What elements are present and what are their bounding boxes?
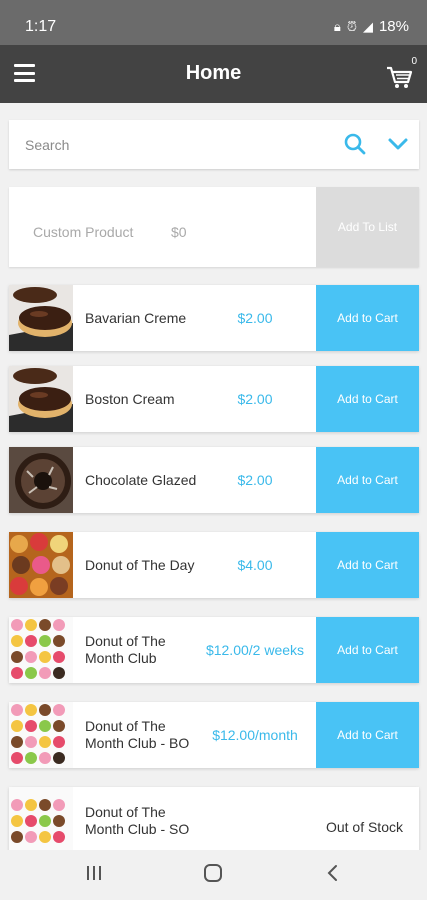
product-name: Donut of The Month Club - BO — [85, 718, 190, 751]
add-to-cart-button[interactable]: Add to Cart — [316, 366, 419, 432]
home-icon[interactable] — [203, 864, 223, 882]
lock-icon: 🔒︎ — [333, 18, 341, 34]
signal-icon: ◢ — [362, 18, 373, 34]
battery-percent: 18% — [378, 18, 409, 35]
alarm-icon: ⏰︎ — [346, 18, 357, 34]
product-image — [9, 532, 73, 598]
product-row: Donut of The Day $4.00 Add to Cart — [9, 532, 419, 598]
product-price: $4.00 — [237, 557, 273, 573]
product-price: $2.00 — [237, 472, 273, 488]
product-name: Donut of The Month Club — [85, 633, 166, 666]
product-image — [9, 787, 73, 853]
add-to-cart-button[interactable]: Add to Cart — [316, 532, 419, 598]
search-icon[interactable] — [343, 132, 367, 156]
product-name: Boston Cream — [85, 390, 175, 407]
product-price: $2.00 — [237, 310, 273, 326]
system-nav-bar — [0, 850, 427, 900]
product-price: $12.00/2 weeks — [205, 642, 305, 658]
add-to-list-button[interactable]: Add To List — [316, 187, 419, 267]
product-image — [9, 617, 73, 683]
product-image — [9, 447, 73, 513]
custom-product-price: $0 — [171, 224, 187, 240]
product-name: Chocolate Glazed — [85, 471, 197, 488]
search-bar — [9, 120, 419, 169]
custom-product-row: Custom Product $0 Add To List — [9, 187, 419, 267]
status-bar: 1:17 🔒︎ ⏰︎ ◢ 18% — [0, 0, 427, 45]
product-image — [9, 285, 73, 351]
recent-apps-icon[interactable] — [85, 864, 103, 882]
product-image — [9, 702, 73, 768]
cart-count: 0 — [411, 56, 417, 67]
product-image — [9, 366, 73, 432]
product-name: Bavarian Creme — [85, 309, 187, 326]
product-price: $12.00/month — [212, 727, 298, 743]
status-icons: 🔒︎ ⏰︎ ◢ 18% — [334, 18, 409, 35]
product-price: $2.00 — [237, 391, 273, 407]
product-row: Boston Cream $2.00 Add to Cart — [9, 366, 419, 432]
product-row: Chocolate Glazed $2.00 Add to Cart — [9, 447, 419, 513]
product-row: Bavarian Creme $2.00 Add to Cart — [9, 285, 419, 351]
add-to-cart-button[interactable]: Add to Cart — [316, 447, 419, 513]
cart-icon[interactable] — [385, 58, 413, 90]
app-bar: Home 0 — [0, 45, 427, 103]
page-title: Home — [185, 62, 242, 84]
search-input[interactable] — [9, 120, 329, 169]
product-row: Donut of The Month Club - SO Out of Stoc… — [9, 787, 419, 853]
custom-product-name: Custom Product — [33, 224, 134, 240]
status-time: 1:17 — [25, 18, 57, 35]
back-icon[interactable] — [325, 864, 339, 882]
chevron-down-icon[interactable] — [387, 135, 409, 153]
product-name: Donut of The Day — [85, 556, 195, 573]
product-name: Donut of The Month Club - SO — [85, 804, 190, 837]
add-to-cart-button[interactable]: Add to Cart — [316, 617, 419, 683]
product-row: Donut of The Month Club $12.00/2 weeks A… — [9, 617, 419, 683]
product-row: Donut of The Month Club - BO $12.00/mont… — [9, 702, 419, 768]
add-to-cart-button[interactable]: Add to Cart — [316, 285, 419, 351]
add-to-cart-button[interactable]: Add to Cart — [316, 702, 419, 768]
